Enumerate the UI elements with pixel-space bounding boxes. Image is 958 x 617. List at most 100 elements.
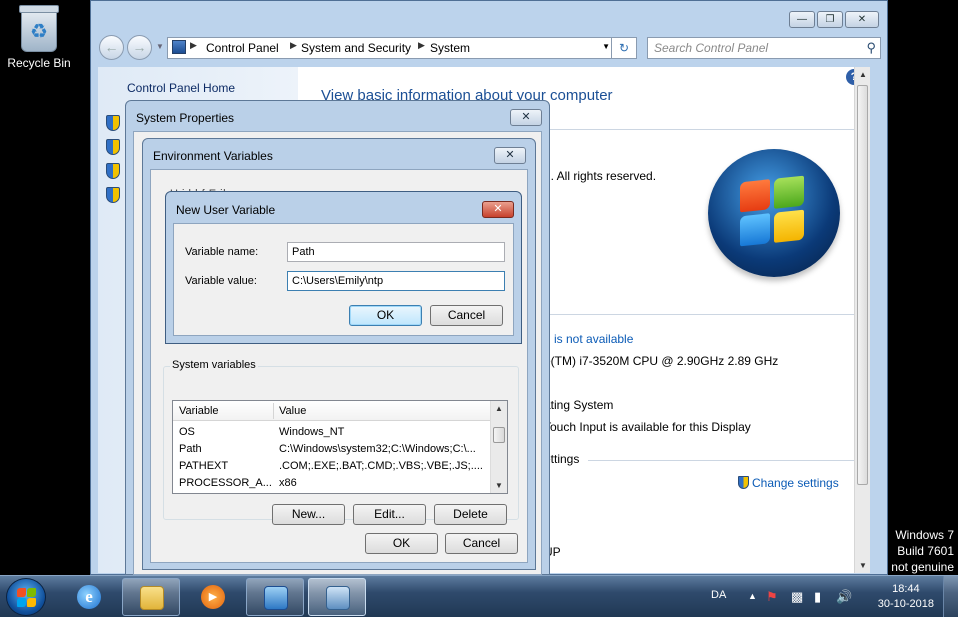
- shield-icon[interactable]: [106, 187, 120, 203]
- ok-button[interactable]: OK: [365, 533, 438, 554]
- safely-remove-hardware-icon[interactable]: ▩: [791, 589, 803, 605]
- minimize-button[interactable]: —: [789, 11, 815, 28]
- volume-icon[interactable]: 🔊: [836, 589, 852, 605]
- scroll-down-arrow-icon[interactable]: ▼: [859, 561, 867, 570]
- maximize-button[interactable]: ❐: [817, 11, 843, 28]
- recycle-bin-label: Recycle Bin: [7, 56, 71, 70]
- variable-value-input[interactable]: C:\Users\Emily\ntp: [287, 271, 505, 291]
- table-row[interactable]: PROCESSOR_A... x86: [173, 475, 491, 492]
- copyright-text: n. All rights reserved.: [544, 169, 657, 183]
- system-properties-close-button[interactable]: ✕: [510, 109, 542, 126]
- internet-explorer-taskbar-button[interactable]: e: [60, 578, 118, 616]
- variable-cell: OS: [179, 426, 195, 438]
- power-icon[interactable]: ▮: [814, 589, 821, 605]
- system-variables-group: System variables Variable Value OS Windo…: [163, 359, 519, 525]
- window-controls: — ❐ ✕: [789, 11, 879, 28]
- environment-variables-close-button[interactable]: ✕: [494, 147, 526, 164]
- cancel-button[interactable]: Cancel: [430, 305, 503, 326]
- clock[interactable]: 18:44 30-10-2018: [878, 582, 934, 612]
- language-indicator[interactable]: DA: [711, 589, 726, 601]
- variable-cell: PATHEXT: [179, 460, 229, 472]
- system-type-value: ating System: [544, 398, 614, 412]
- show-hidden-icons-icon[interactable]: ▲: [748, 591, 757, 601]
- scroll-up-arrow-icon[interactable]: ▲: [859, 70, 867, 79]
- shield-icon: [738, 476, 749, 489]
- shield-icon[interactable]: [106, 115, 120, 131]
- value-cell: x86: [279, 477, 297, 489]
- control-panel-home-link[interactable]: Control Panel Home: [127, 81, 235, 95]
- recent-pages-chevron-icon[interactable]: ▼: [156, 42, 164, 51]
- media-player-icon: ▶: [201, 585, 225, 609]
- variable-cell: Path: [179, 443, 202, 455]
- address-dropdown-icon[interactable]: ▼: [602, 42, 610, 51]
- list-header: Variable Value: [173, 401, 491, 421]
- table-row[interactable]: Path C:\Windows\system32;C:\Windows;C:\.…: [173, 441, 491, 458]
- show-desktop-button[interactable]: [943, 576, 958, 617]
- search-input[interactable]: Search Control Panel ⚲: [647, 37, 881, 59]
- control-panel-icon: [264, 586, 288, 610]
- variable-cell: PROCESSOR_A...: [179, 477, 271, 489]
- new-user-variable-dialog: New User Variable ✕ Variable name: Path …: [165, 191, 522, 344]
- system-variables-list[interactable]: Variable Value OS Windows_NT Path C:\Win…: [172, 400, 508, 494]
- column-header-variable[interactable]: Variable: [179, 405, 219, 417]
- action-center-icon[interactable]: ⚑: [766, 589, 778, 605]
- search-icon[interactable]: ⚲: [866, 38, 876, 58]
- variable-name-input[interactable]: Path: [287, 242, 505, 262]
- pen-touch-value: Touch Input is available for this Displa…: [544, 420, 751, 434]
- shield-icon[interactable]: [106, 139, 120, 155]
- scroll-up-arrow-icon[interactable]: ▲: [495, 404, 503, 413]
- breadcrumb-system-and-security[interactable]: System and Security: [301, 41, 411, 55]
- scroll-down-arrow-icon[interactable]: ▼: [495, 481, 503, 490]
- back-button[interactable]: ←: [99, 35, 124, 60]
- table-row[interactable]: PATHEXT .COM;.EXE;.BAT;.CMD;.VBS;.VBE;.J…: [173, 458, 491, 475]
- rating-link[interactable]: g is not available: [544, 332, 633, 346]
- scrollbar-thumb[interactable]: [493, 427, 505, 443]
- delete-system-variable-button[interactable]: Delete: [434, 504, 507, 525]
- content-scrollbar[interactable]: ▲ ▼: [854, 67, 870, 573]
- watermark-line-2: Build 7601: [897, 544, 954, 558]
- watermark-line-1: Windows 7: [895, 528, 954, 542]
- new-user-variable-title: New User Variable: [176, 203, 276, 217]
- list-scrollbar[interactable]: ▲ ▼: [490, 401, 507, 493]
- new-user-variable-close-button[interactable]: ✕: [482, 201, 514, 218]
- recycle-bin-icon: [19, 5, 59, 52]
- environment-variables-title: Environment Variables: [153, 149, 273, 163]
- watermark-line-3: not genuine: [891, 560, 954, 574]
- cancel-button[interactable]: Cancel: [445, 533, 518, 554]
- scrollbar-thumb[interactable]: [857, 85, 868, 485]
- system-properties-taskbar-button[interactable]: [308, 578, 366, 616]
- edit-system-variable-button[interactable]: Edit...: [353, 504, 426, 525]
- variable-value-label: Variable value:: [185, 275, 257, 287]
- breadcrumb-system[interactable]: System: [430, 41, 470, 55]
- variable-name-label: Variable name:: [185, 246, 259, 258]
- value-cell: C:\Windows\system32;C:\Windows;C:\...: [279, 443, 476, 455]
- recycle-bin-shortcut[interactable]: Recycle Bin: [6, 5, 72, 70]
- processor-value: e(TM) i7-3520M CPU @ 2.90GHz 2.89 GHz: [544, 354, 779, 368]
- close-button[interactable]: ✕: [845, 11, 879, 28]
- windows-logo: [708, 149, 840, 277]
- control-panel-taskbar-button[interactable]: [246, 578, 304, 616]
- search-placeholder: Search Control Panel: [654, 41, 769, 55]
- media-player-taskbar-button[interactable]: ▶: [184, 578, 242, 616]
- clock-time: 18:44: [892, 583, 920, 595]
- address-bar[interactable]: ▶ Control Panel ▶ System and Security ▶ …: [167, 37, 615, 59]
- system-tray: DA ▲ ⚑ ▩ ▮ 🔊 18:44 30-10-2018: [708, 576, 958, 617]
- column-header-value[interactable]: Value: [279, 405, 306, 417]
- change-settings-link[interactable]: Change settings: [738, 476, 839, 490]
- breadcrumb-separator-icon: ▶: [190, 40, 197, 50]
- system-properties-title: System Properties: [136, 111, 235, 125]
- table-row[interactable]: OS Windows_NT: [173, 424, 491, 441]
- ok-button[interactable]: OK: [349, 305, 422, 326]
- breadcrumb-separator-icon: ▶: [418, 40, 425, 50]
- breadcrumb-control-panel[interactable]: Control Panel: [206, 41, 279, 55]
- system-variables-label: System variables: [170, 359, 258, 371]
- navigation-bar: ← → ▼ ▶ Control Panel ▶ System and Secur…: [99, 33, 881, 61]
- forward-button[interactable]: →: [127, 35, 152, 60]
- breadcrumb-separator-icon: ▶: [290, 40, 297, 50]
- shield-icon[interactable]: [106, 163, 120, 179]
- refresh-button[interactable]: ↻: [611, 37, 637, 59]
- explorer-taskbar-button[interactable]: [122, 578, 180, 616]
- windows-flag-icon: [17, 588, 26, 597]
- new-system-variable-button[interactable]: New...: [272, 504, 345, 525]
- start-button[interactable]: [6, 578, 46, 616]
